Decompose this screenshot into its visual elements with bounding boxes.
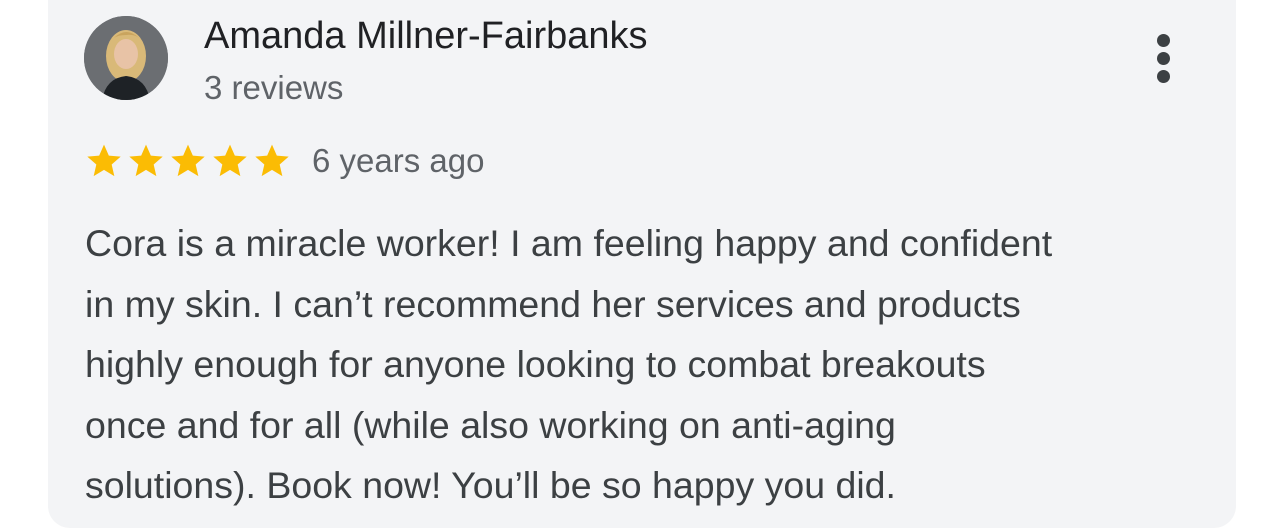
review-count[interactable]: 3 reviews xyxy=(204,68,343,108)
more-vert-icon-dot xyxy=(1157,52,1170,65)
more-options-button[interactable] xyxy=(1146,28,1182,88)
star-icon xyxy=(171,144,205,177)
review-text: Cora is a miracle worker! I am feeling h… xyxy=(85,213,1205,516)
star-rating xyxy=(84,141,292,181)
reviewer-avatar[interactable] xyxy=(84,16,168,100)
more-vert-icon-dot xyxy=(1157,70,1170,83)
review-text-line: in my skin. I can’t recommend her servic… xyxy=(85,282,1021,325)
more-vert-icon xyxy=(1157,34,1170,47)
review-text-line: solutions). Book now! You’ll be so happy… xyxy=(85,464,896,506)
review-text-line: once and for all (while also working on … xyxy=(85,403,896,446)
star-icon xyxy=(213,144,247,177)
reviewer-name[interactable]: Amanda Millner-Fairbanks xyxy=(204,14,648,58)
star-icon xyxy=(129,144,163,177)
avatar-photo xyxy=(84,16,168,100)
star-icon xyxy=(255,144,289,177)
star-icon xyxy=(87,144,121,177)
review-text-line: highly enough for anyone looking to comb… xyxy=(85,343,986,385)
review-time: 6 years ago xyxy=(312,142,485,179)
review-text-line: Cora is a miracle worker! I am feeling h… xyxy=(85,222,1053,264)
